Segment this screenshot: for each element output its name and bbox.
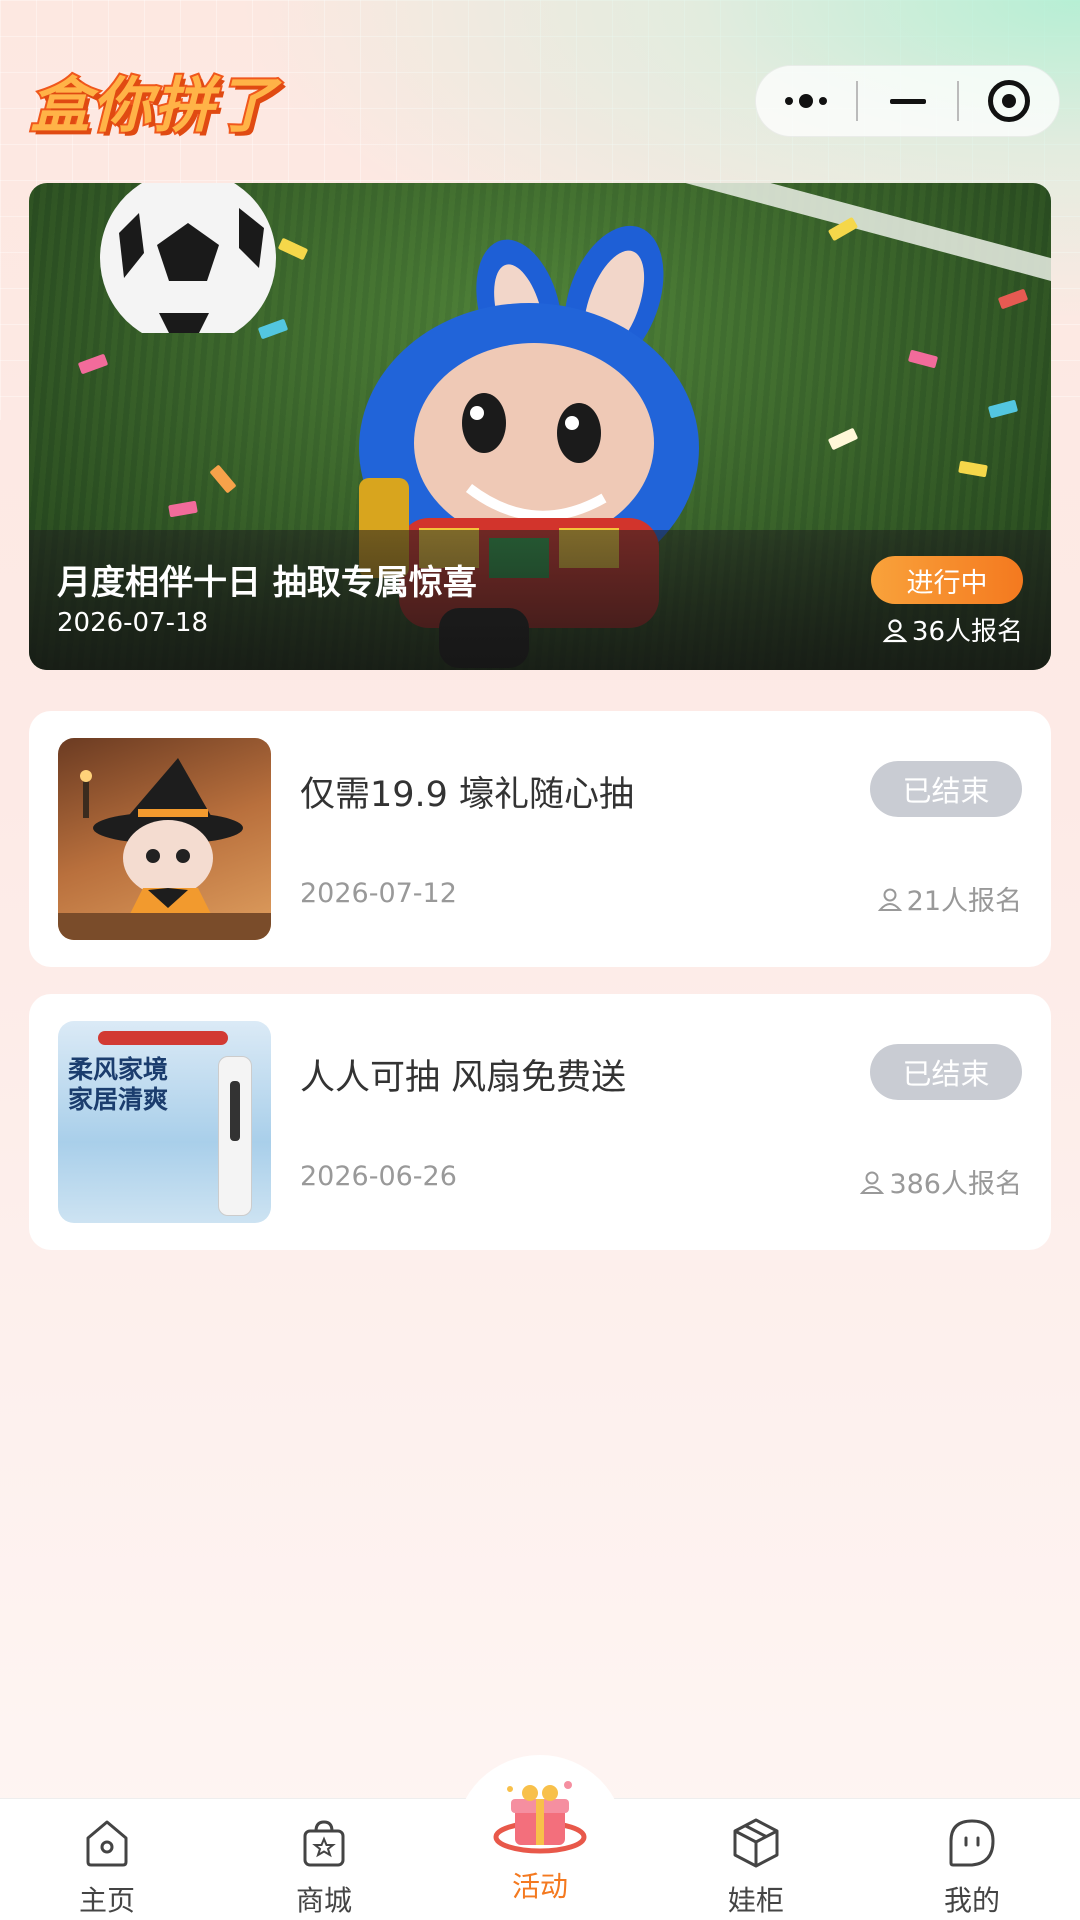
- app-logo: 盒你拼了: [28, 60, 310, 143]
- tab-label: 我的: [943, 1884, 1000, 1917]
- more-button[interactable]: [756, 66, 856, 136]
- activity-title: 仅需19.9 壕礼随心抽: [300, 775, 635, 815]
- activity-date: 2026-07-12: [300, 878, 457, 909]
- mini-program-capsule: [755, 65, 1060, 137]
- featured-activity-banner[interactable]: 月度相伴十日 抽取专属惊喜 2026-07-18 进行中 36人报名: [29, 183, 1051, 670]
- signup-count-text: 36人报名: [911, 617, 1023, 647]
- tab-label: 主页: [78, 1884, 135, 1917]
- signup-count: 386人报名: [859, 1162, 1022, 1201]
- activity-date: 2026-06-26: [300, 1161, 457, 1192]
- signup-count: 21人报名: [877, 879, 1022, 918]
- thumb-tag: [98, 1031, 228, 1045]
- featured-title: 月度相伴十日 抽取专属惊喜: [57, 563, 477, 603]
- profile-icon: [944, 1815, 1000, 1871]
- status-badge-ongoing: 进行中: [871, 556, 1023, 604]
- home-icon: [79, 1815, 135, 1871]
- tab-label: 娃柜: [727, 1884, 784, 1917]
- thumb-headline: 柔风家境 家居清爽: [68, 1055, 169, 1114]
- app-logo-text: 盒你拼了: [28, 69, 278, 143]
- minimize-button[interactable]: [858, 66, 958, 136]
- target-close-icon: [988, 80, 1031, 122]
- status-badge-ended: 已结束: [870, 761, 1022, 817]
- tab-home[interactable]: 主页: [37, 1815, 177, 1920]
- activity-title: 人人可抽 风扇免费送: [300, 1058, 627, 1098]
- close-button[interactable]: [959, 66, 1059, 136]
- featured-date: 2026-07-18: [57, 608, 209, 638]
- shop-bag-icon: [296, 1815, 352, 1871]
- tab-label: 商城: [295, 1884, 352, 1917]
- activity-card[interactable]: 柔风家境 家居清爽 人人可抽 风扇免费送 2026-06-26 已结束 386人…: [29, 994, 1051, 1250]
- activity-card[interactable]: 仅需19.9 壕礼随心抽 2026-07-12 已结束 21人报名: [29, 711, 1051, 967]
- activity-thumbnail: [58, 738, 271, 940]
- activity-thumbnail: 柔风家境 家居清爽: [58, 1021, 271, 1223]
- minimize-icon: [889, 98, 926, 104]
- more-dots-icon: [784, 94, 827, 108]
- person-icon: [877, 888, 902, 911]
- witch-toy-image: [58, 758, 271, 940]
- person-icon: [882, 618, 908, 642]
- signup-count-text: 21人报名: [906, 886, 1022, 917]
- box-icon: [728, 1815, 784, 1871]
- gift-icon: [490, 1775, 590, 1865]
- signup-count: 36人报名: [882, 611, 1023, 648]
- status-badge-ended: 已结束: [870, 1044, 1022, 1100]
- soccer-ball-image: [100, 183, 276, 333]
- tab-profile[interactable]: 我的: [902, 1815, 1042, 1920]
- person-icon: [860, 1171, 885, 1194]
- tab-cabinet[interactable]: 娃柜: [686, 1815, 826, 1920]
- tab-shop[interactable]: 商城: [254, 1815, 394, 1920]
- tab-label: 活动: [511, 1870, 568, 1903]
- tab-activity[interactable]: 活动: [470, 1775, 610, 1903]
- signup-count-text: 386人报名: [889, 1169, 1022, 1200]
